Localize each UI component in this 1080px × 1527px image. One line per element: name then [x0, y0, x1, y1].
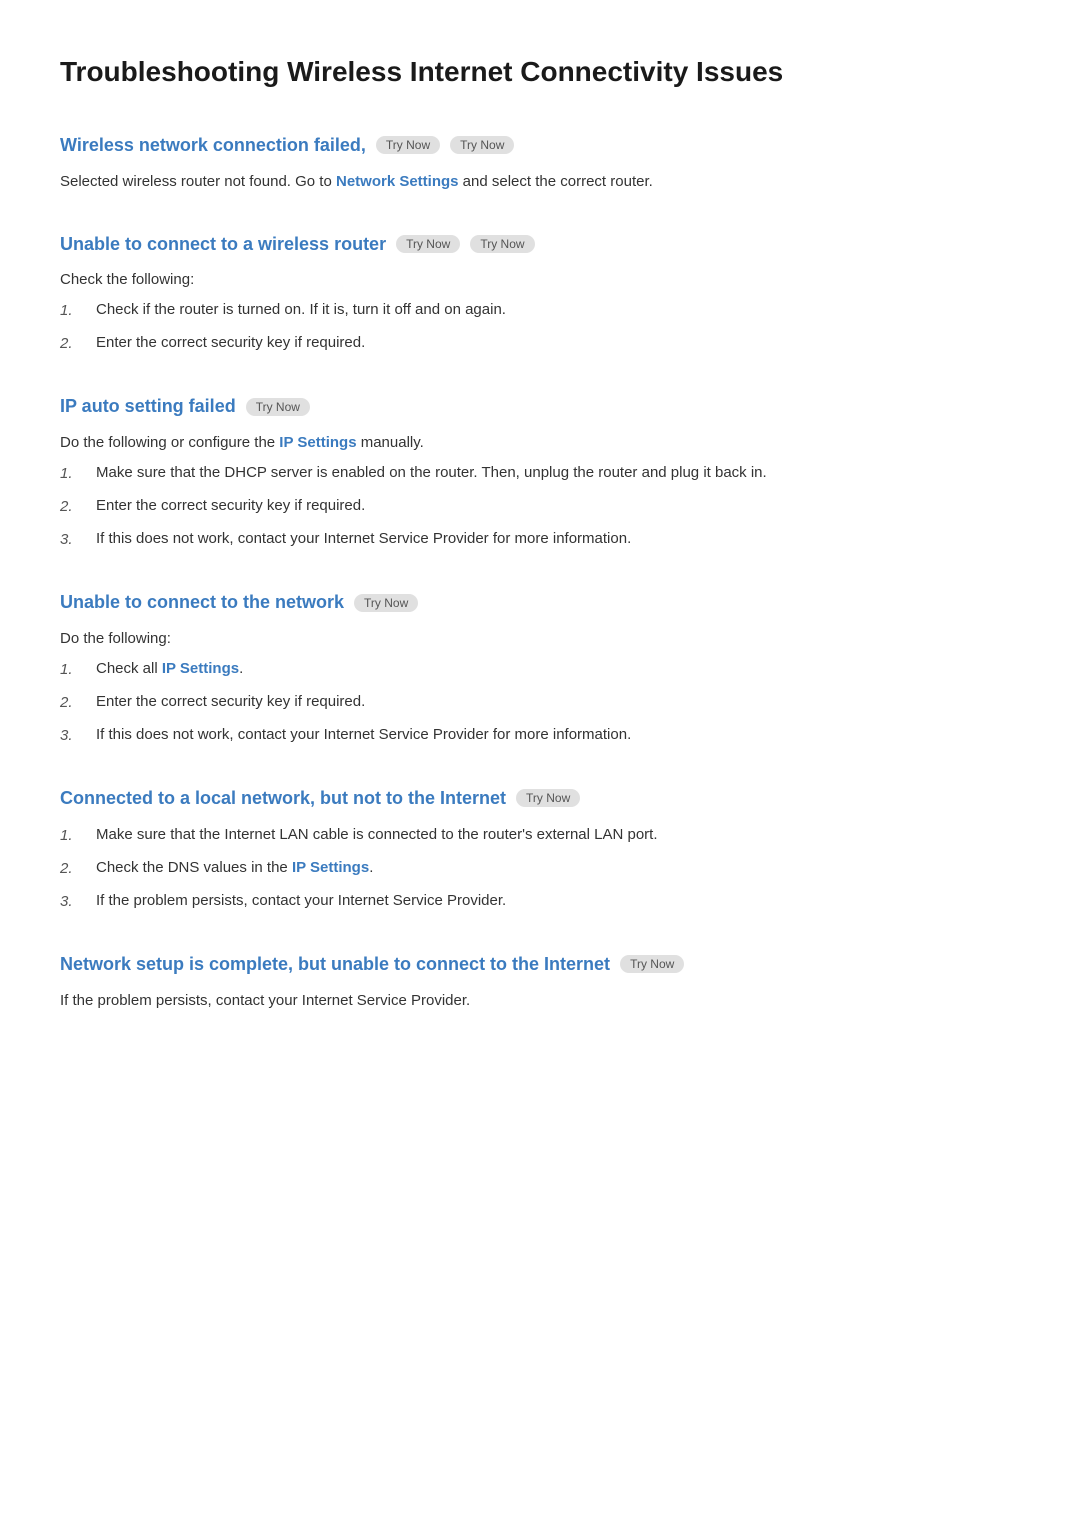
- list-num: 3.: [60, 889, 84, 914]
- try-now-button-4a[interactable]: Try Now: [354, 594, 418, 612]
- list-num: 1.: [60, 298, 84, 323]
- list-item-text: Check the DNS values in the IP Settings.: [96, 856, 373, 880]
- body-text-before-link-3: Do the following or configure the: [60, 434, 279, 451]
- list-num: 2.: [60, 494, 84, 519]
- list-item: 3. If this does not work, contact your I…: [60, 723, 1020, 748]
- list-num: 1.: [60, 657, 84, 682]
- list-item: 2. Enter the correct security key if req…: [60, 690, 1020, 715]
- body-text-after-link-1: and select the correct router.: [459, 173, 653, 190]
- list-num: 2.: [60, 331, 84, 356]
- list-item-before: Check all: [96, 660, 162, 677]
- list-item: 1. Make sure that the Internet LAN cable…: [60, 823, 1020, 848]
- heading-text-setup-complete: Network setup is complete, but unable to…: [60, 950, 610, 979]
- list-item-after: .: [239, 660, 243, 677]
- list-num: 2.: [60, 856, 84, 881]
- section-setup-complete: Network setup is complete, but unable to…: [60, 950, 1020, 1013]
- try-now-button-1a[interactable]: Try Now: [376, 136, 440, 154]
- list-num: 3.: [60, 723, 84, 748]
- try-now-button-6a[interactable]: Try Now: [620, 955, 684, 973]
- list-item-text: Make sure that the DHCP server is enable…: [96, 461, 767, 485]
- section-unable-connect-router: Unable to connect to a wireless router T…: [60, 230, 1020, 357]
- list-num: 3.: [60, 527, 84, 552]
- list-item-text: If this does not work, contact your Inte…: [96, 723, 631, 747]
- section-body-unable-network: Do the following:: [60, 627, 1020, 651]
- list-item-text: If the problem persists, contact your In…: [96, 889, 506, 913]
- list-item: 1. Check all IP Settings.: [60, 657, 1020, 682]
- section-connected-local: Connected to a local network, but not to…: [60, 784, 1020, 914]
- list-item-text: Enter the correct security key if requir…: [96, 690, 365, 714]
- list-connected-local: 1. Make sure that the Internet LAN cable…: [60, 823, 1020, 914]
- section-wireless-failed: Wireless network connection failed, Try …: [60, 131, 1020, 194]
- section-body-wireless-failed: Selected wireless router not found. Go t…: [60, 170, 1020, 194]
- list-item-text: Check all IP Settings.: [96, 657, 243, 681]
- try-now-button-2a[interactable]: Try Now: [396, 235, 460, 253]
- list-num: 1.: [60, 823, 84, 848]
- section-body-ip-auto: Do the following or configure the IP Set…: [60, 431, 1020, 455]
- section-heading-setup-complete: Network setup is complete, but unable to…: [60, 950, 1020, 979]
- section-body-setup-complete: If the problem persists, contact your In…: [60, 989, 1020, 1013]
- section-unable-connect-network: Unable to connect to the network Try Now…: [60, 588, 1020, 748]
- list-item-text: If this does not work, contact your Inte…: [96, 527, 631, 551]
- section-heading-wireless-failed: Wireless network connection failed, Try …: [60, 131, 1020, 160]
- ip-settings-link-1[interactable]: IP Settings: [279, 434, 356, 451]
- list-item-before: Check the DNS values in the: [96, 859, 292, 876]
- list-item: 1. Check if the router is turned on. If …: [60, 298, 1020, 323]
- list-num: 1.: [60, 461, 84, 486]
- list-item-text: Enter the correct security key if requir…: [96, 331, 365, 355]
- list-item: 2. Enter the correct security key if req…: [60, 494, 1020, 519]
- list-item: 3. If this does not work, contact your I…: [60, 527, 1020, 552]
- list-item-text: Enter the correct security key if requir…: [96, 494, 365, 518]
- list-item-text: Check if the router is turned on. If it …: [96, 298, 506, 322]
- heading-text-connected-local: Connected to a local network, but not to…: [60, 784, 506, 813]
- heading-text-unable-router: Unable to connect to a wireless router: [60, 230, 386, 259]
- section-body-unable-router: Check the following:: [60, 268, 1020, 292]
- list-num: 2.: [60, 690, 84, 715]
- heading-text-ip-auto: IP auto setting failed: [60, 392, 236, 421]
- section-heading-connected-local: Connected to a local network, but not to…: [60, 784, 1020, 813]
- section-heading-ip-auto: IP auto setting failed Try Now: [60, 392, 1020, 421]
- try-now-button-5a[interactable]: Try Now: [516, 789, 580, 807]
- list-item: 2. Enter the correct security key if req…: [60, 331, 1020, 356]
- ip-settings-link-2[interactable]: IP Settings: [162, 660, 239, 677]
- page-title: Troubleshooting Wireless Internet Connec…: [60, 40, 1020, 95]
- list-item: 3. If the problem persists, contact your…: [60, 889, 1020, 914]
- body-text-after-link-3: manually.: [357, 434, 424, 451]
- section-heading-unable-network: Unable to connect to the network Try Now: [60, 588, 1020, 617]
- try-now-button-2b[interactable]: Try Now: [470, 235, 534, 253]
- list-unable-network: 1. Check all IP Settings. 2. Enter the c…: [60, 657, 1020, 748]
- try-now-button-3a[interactable]: Try Now: [246, 398, 310, 416]
- network-settings-link[interactable]: Network Settings: [336, 173, 459, 190]
- list-ip-auto: 1. Make sure that the DHCP server is ena…: [60, 461, 1020, 552]
- section-ip-auto-failed: IP auto setting failed Try Now Do the fo…: [60, 392, 1020, 552]
- list-item-text: Make sure that the Internet LAN cable is…: [96, 823, 658, 847]
- ip-settings-link-3[interactable]: IP Settings: [292, 859, 369, 876]
- heading-text-unable-network: Unable to connect to the network: [60, 588, 344, 617]
- list-item-after: .: [369, 859, 373, 876]
- list-item: 1. Make sure that the DHCP server is ena…: [60, 461, 1020, 486]
- section-heading-unable-router: Unable to connect to a wireless router T…: [60, 230, 1020, 259]
- heading-text-wireless-failed: Wireless network connection failed,: [60, 131, 366, 160]
- list-item: 2. Check the DNS values in the IP Settin…: [60, 856, 1020, 881]
- body-text-before-link-1: Selected wireless router not found. Go t…: [60, 173, 336, 190]
- list-unable-router: 1. Check if the router is turned on. If …: [60, 298, 1020, 356]
- try-now-button-1b[interactable]: Try Now: [450, 136, 514, 154]
